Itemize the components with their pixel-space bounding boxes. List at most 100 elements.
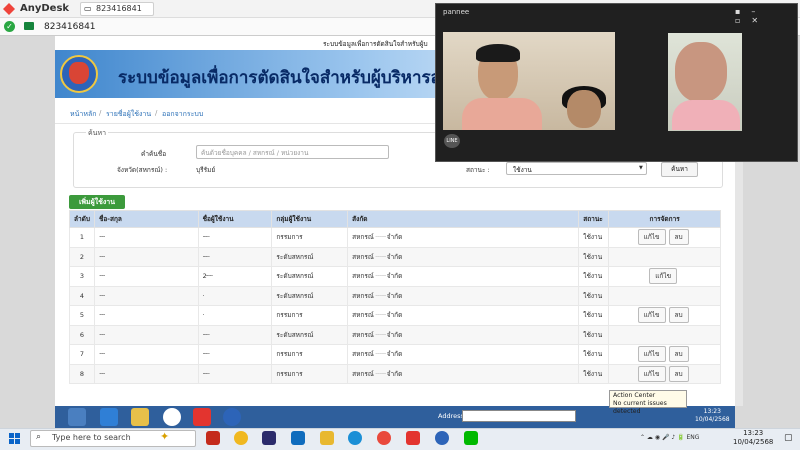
site-app-icon[interactable] [435,431,449,445]
org-suffix: จำกัด [386,369,403,378]
org-prefix: สหกรณ์ [352,330,374,339]
col-org: สังกัด [347,210,580,228]
row-group: ระดับสหกรณ์ [271,266,349,287]
row-actions: แก้ไข ลบ [608,363,721,384]
col-no: ลำดับ [69,210,95,228]
remote-address[interactable]: 823416841 [44,22,96,32]
file-explorer-icon[interactable] [320,431,334,445]
col-actions: การจัดการ [608,210,721,228]
row-actions [608,285,721,306]
chrome-icon[interactable] [377,431,391,445]
remote-address-input[interactable] [462,410,576,422]
row-name: ····· [93,285,199,306]
org-suffix: จำกัด [386,350,403,359]
row-status: ใช้งาน [578,363,610,384]
org-blurred: ·········· [373,233,387,242]
org-prefix: สหกรณ์ [352,233,374,242]
table-row: 6 ····· ······ ระดับสหกรณ์ สหกรณ์ ··········… [69,324,721,345]
org-suffix: จำกัด [386,330,403,339]
table-row: 3 ····· 2······ ระดับสหกรณ์ สหกรณ์ ·········… [69,266,721,287]
remote-clock: 13:23 10/04/2568 [695,408,730,424]
remote-app-icon[interactable] [68,408,86,426]
status-label: สถานะ : [466,166,490,174]
row-status: ใช้งาน [578,227,610,248]
row-org: สหกรณ์ ·········· จำกัด [347,363,580,384]
edge-icon[interactable] [348,431,362,445]
row-username: · [197,285,273,306]
language-indicator[interactable]: ENG [686,434,699,441]
row-username: ······ [197,324,273,345]
clock-time: 13:23 [743,429,764,437]
name-search-input[interactable]: ค้นด้วยชื่อบุคคล / สหกรณ์ / หน่วยงาน [196,145,389,159]
clock-date: 10/04/2568 [733,438,774,446]
site-app-icon[interactable] [223,408,241,426]
row-group: กรรมการ [271,344,349,365]
row-group: กรรมการ [271,305,349,326]
chrome-icon[interactable] [163,408,181,426]
taskbar-clock[interactable]: 13:23 10/04/2568 [733,429,773,447]
col-group: กลุ่มผู้ใช้งาน [271,210,349,228]
org-prefix: สหกรณ์ [352,369,374,378]
org-suffix: จำกัด [386,252,403,261]
row-username: · [197,305,273,326]
delete-button[interactable]: ลบ [668,346,689,363]
sparkle-icon[interactable]: ✦ [160,430,169,443]
window-controls[interactable]: ▪–▫✕ [735,7,800,25]
photoshop-icon[interactable] [262,431,276,445]
participant-shirt [462,98,542,130]
org-suffix: จำกัด [386,233,403,242]
row-org: สหกรณ์ ·········· จำกัด [347,246,580,267]
edit-button[interactable]: แก้ไข [637,229,666,246]
col-name: ชื่อ-สกุล [93,210,199,228]
tray-icons: ⌃ ☁ ◉ 🎤 ♪ 🔋 [640,434,687,441]
search-button[interactable]: ค้นหา [661,162,698,177]
folder-icon[interactable] [131,408,149,426]
table-row: 1 ····· ······ กรรมการ สหกรณ์ ·········· จำก… [69,227,721,248]
delete-button[interactable]: ลบ [668,365,689,382]
delete-button[interactable]: ลบ [668,229,689,246]
delete-button[interactable]: ลบ [668,307,689,324]
remote-app-icon[interactable] [100,408,118,426]
org-prefix: สหกรณ์ [352,272,374,281]
system-tray[interactable]: ⌃ ☁ ◉ 🎤 ♪ 🔋 ENG [640,434,699,441]
app-icon[interactable] [206,431,220,445]
chevron-down-icon: ▼ [639,165,643,171]
row-actions: แก้ไข ลบ [608,305,721,326]
site-title: ระบบข้อมูลเพื่อการตัดสินใจสำหรับผู้บริหา… [118,68,488,88]
remote-address-label: Address [438,412,464,420]
users-table: ลำดับ ชื่อ-สกุล ชื่อผู้ใช้งาน กลุ่มผู้ใช… [69,210,721,384]
table-row: 8 ····· ······ กรรมการ สหกรณ์ ·········· จำก… [69,363,721,384]
remote-date: 10/04/2568 [695,416,730,423]
outlook-icon[interactable] [291,431,305,445]
line-app-badge: LINE [444,134,460,148]
name-search-label: คำค้นชื่อ [141,150,167,158]
windows-start-icon[interactable] [9,433,20,444]
line-icon[interactable] [464,431,478,445]
add-user-button[interactable]: เพิ่มผู้ใช้งาน [69,195,125,209]
anydesk-logo-icon [3,3,15,15]
row-group: กรรมการ [271,363,349,384]
anydesk-icon[interactable] [193,408,211,426]
nav-home-link[interactable]: หน้าหลัก [70,109,96,120]
nav-users-link[interactable]: รายชื่อผู้ใช้งาน [106,109,151,120]
row-number: 5 [69,305,95,326]
edit-button[interactable]: แก้ไข [649,268,678,285]
status-select[interactable]: ใช้งาน [506,162,647,175]
logo-figure-icon [69,62,89,84]
row-org: สหกรณ์ ·········· จำกัด [347,344,580,365]
row-number: 6 [69,324,95,345]
app-icon[interactable] [234,431,248,445]
monitor-icon: ▭ [84,4,92,13]
org-blurred: ·········· [373,330,387,339]
org-prefix: สหกรณ์ [352,252,374,261]
org-blurred: ·········· [373,350,387,359]
edit-button[interactable]: แก้ไข [637,346,666,363]
notification-icon[interactable]: ▢ [784,433,793,443]
anydesk-icon[interactable] [406,431,420,445]
row-org: สหกรณ์ ·········· จำกัด [347,266,580,287]
province-label: จังหวัด(สหกรณ์) : [117,166,168,174]
edit-button[interactable]: แก้ไข [637,307,666,324]
col-status: สถานะ [578,210,610,228]
edit-button[interactable]: แก้ไข [637,365,666,382]
nav-logout-link[interactable]: ออกจากระบบ [162,109,203,120]
